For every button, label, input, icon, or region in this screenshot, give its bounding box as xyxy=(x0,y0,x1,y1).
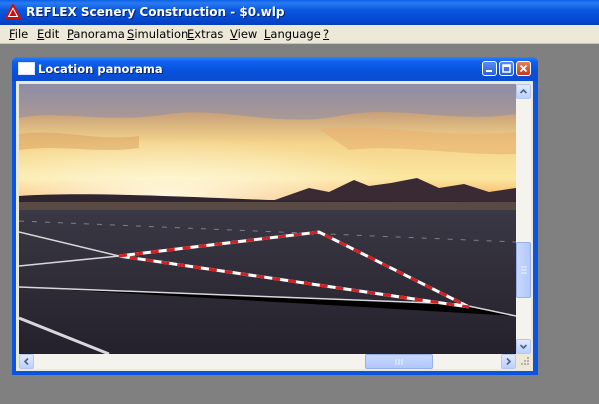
restore-button[interactable] xyxy=(499,61,514,76)
resize-grip[interactable] xyxy=(516,354,531,369)
menu-view[interactable]: View xyxy=(230,27,257,41)
resize-grip-icon xyxy=(521,357,529,365)
scroll-up-button[interactable] xyxy=(516,84,531,99)
child-title: Location panorama xyxy=(38,62,163,76)
grip-lines-icon xyxy=(521,266,527,274)
menu-language[interactable]: Language xyxy=(264,27,321,41)
vertical-scroll-thumb[interactable] xyxy=(516,242,531,298)
menu-simulation[interactable]: Simulation xyxy=(127,27,188,41)
chevron-up-icon xyxy=(519,88,528,94)
scroll-down-button[interactable] xyxy=(516,339,531,354)
scroll-right-button[interactable] xyxy=(501,354,516,369)
scroll-left-button[interactable] xyxy=(19,354,34,369)
minimize-icon xyxy=(486,70,492,72)
menu-panorama[interactable]: Panorama xyxy=(67,27,125,41)
close-icon xyxy=(519,64,528,73)
chevron-left-icon xyxy=(23,357,29,366)
location-panorama-window: Location panorama xyxy=(12,57,538,375)
horizontal-scrollbar[interactable] xyxy=(19,354,516,369)
minimize-button[interactable] xyxy=(482,61,497,76)
menu-edit[interactable]: Edit xyxy=(37,27,59,41)
panorama-client-area xyxy=(16,81,533,371)
grip-lines-icon xyxy=(395,359,403,365)
menu-extras[interactable]: Extras xyxy=(187,27,223,41)
app-title: REFLEX Scenery Construction - $0.wlp xyxy=(26,5,285,19)
app-title-bar[interactable]: REFLEX Scenery Construction - $0.wlp xyxy=(0,0,599,25)
menu-bar: File Edit Panorama Simulation Extras Vie… xyxy=(0,25,599,44)
chevron-right-icon xyxy=(506,357,512,366)
panorama-image[interactable] xyxy=(19,84,516,354)
vertical-scrollbar[interactable] xyxy=(516,84,531,354)
menu-help[interactable]: ? xyxy=(323,27,329,41)
child-title-bar[interactable]: Location panorama xyxy=(12,57,538,81)
horizontal-scroll-thumb[interactable] xyxy=(365,354,433,369)
close-button[interactable] xyxy=(516,61,531,76)
chevron-down-icon xyxy=(519,344,528,350)
restore-icon xyxy=(502,64,511,73)
menu-file[interactable]: File xyxy=(9,27,28,41)
window-icon xyxy=(18,62,35,75)
reflex-warning-triangle-icon xyxy=(5,4,21,19)
